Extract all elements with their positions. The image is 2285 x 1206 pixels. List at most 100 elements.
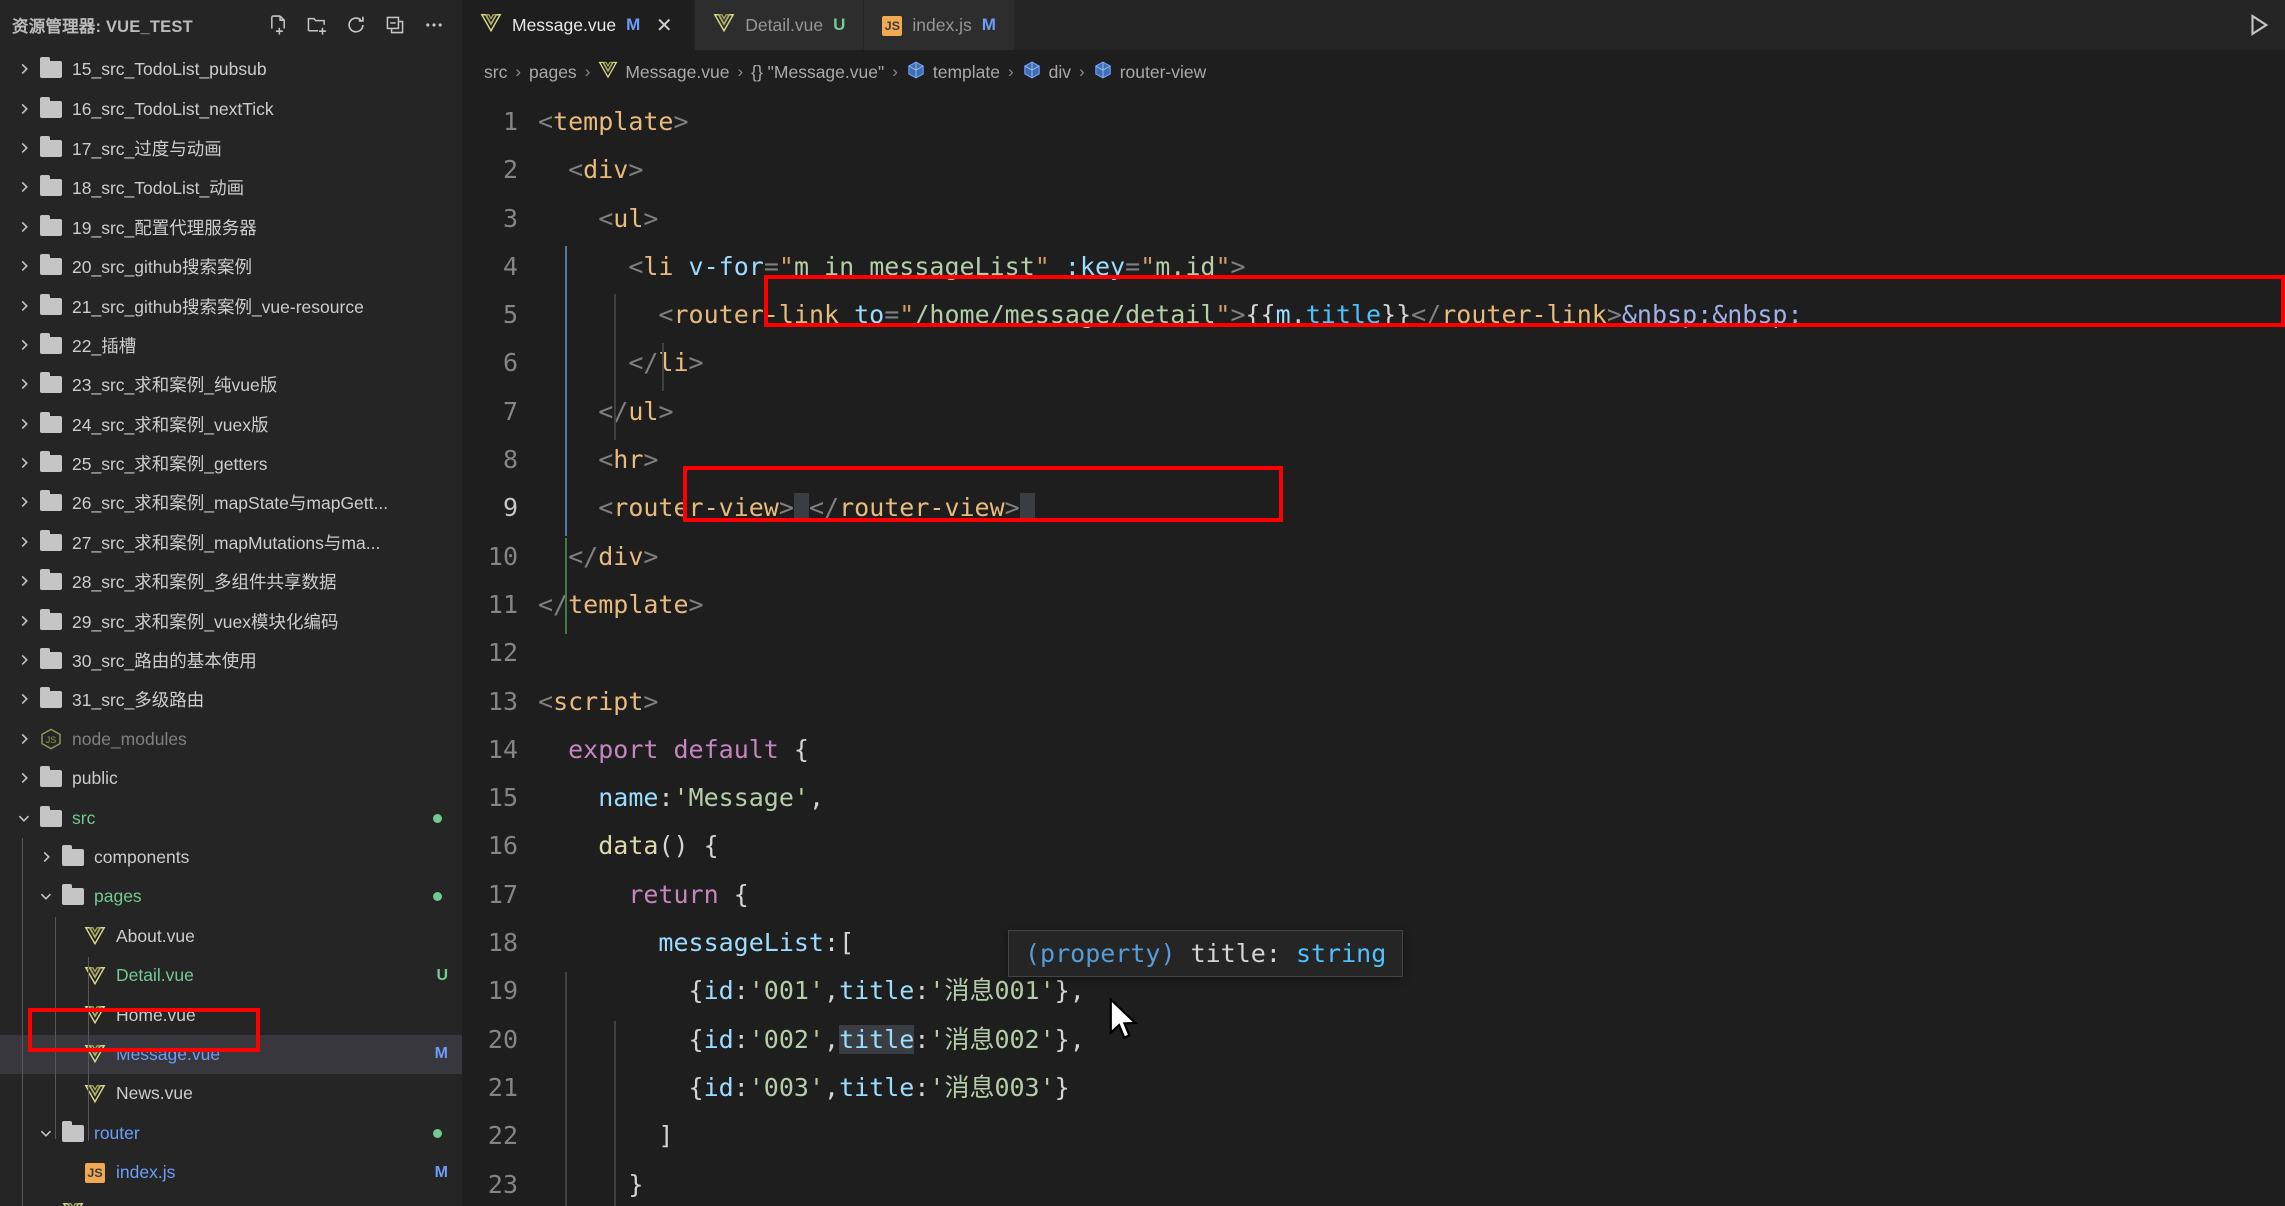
code-line[interactable]: 11 </template> (462, 581, 2285, 629)
chevron-right-icon[interactable] (12, 770, 36, 787)
more-actions-icon[interactable] (416, 7, 452, 43)
chevron-right-icon[interactable] (12, 258, 36, 275)
chevron-right-icon[interactable] (12, 337, 36, 354)
file-tree[interactable]: 15_src_TodoList_pubsub 16_src_TodoList_ne… (0, 50, 462, 1206)
refresh-icon[interactable] (338, 7, 374, 43)
tab-Message-vue[interactable]: Message.vue M ✕ (462, 0, 696, 50)
explorer-title: 资源管理器: VUE_TEST (12, 18, 193, 36)
tree-item[interactable]: 18_src_TodoList_动画 (0, 168, 462, 207)
chevron-right-icon[interactable] (12, 652, 36, 669)
tree-item[interactable]: JS index.js M (0, 1153, 462, 1192)
tree-item[interactable]: router (0, 1114, 462, 1153)
code-line[interactable]: 12 (462, 629, 2285, 677)
tree-item[interactable]: News.vue (0, 1074, 462, 1113)
code-line[interactable]: 6 </li> (462, 339, 2285, 387)
tree-item[interactable]: src (0, 798, 462, 837)
tree-item[interactable]: 25_src_求和案例_getters (0, 444, 462, 483)
tree-item[interactable]: components (0, 838, 462, 877)
chevron-right-icon[interactable] (12, 61, 36, 78)
tree-item[interactable]: App.vue (0, 1192, 462, 1206)
tree-item[interactable]: 17_src_过度与动画 (0, 129, 462, 168)
tab-bar[interactable]: Message.vue M ✕ Detail.vue U JS index.js M (462, 0, 2285, 50)
breadcrumb-item[interactable]: {} "Message.vue" (751, 62, 884, 83)
tree-item[interactable]: 20_src_github搜索案例 (0, 247, 462, 286)
line-number: 7 (502, 396, 518, 426)
chevron-right-icon[interactable] (34, 849, 58, 866)
code-line[interactable]: 20 {id:'002',title:'消息002'}, (462, 1016, 2285, 1064)
code-line[interactable]: 15 name:'Message', (462, 774, 2285, 822)
tree-item[interactable]: 30_src_路由的基本使用 (0, 641, 462, 680)
new-folder-icon[interactable] (299, 7, 335, 43)
breadcrumb-item[interactable]: div (1022, 60, 1071, 85)
code-line[interactable]: 4 <li v-for="m in messageList" :key="m.i… (462, 243, 2285, 291)
tree-item-label: Detail.vue (116, 965, 194, 986)
tree-item[interactable]: 28_src_求和案例_多组件共享数据 (0, 562, 462, 601)
tree-item[interactable]: 22_插槽 (0, 326, 462, 365)
tree-item[interactable]: Message.vue M (0, 1034, 462, 1075)
collapse-all-icon[interactable] (377, 7, 413, 43)
chevron-right-icon[interactable] (12, 101, 36, 118)
tree-item[interactable]: Detail.vue U (0, 956, 462, 995)
chevron-right-icon[interactable] (12, 494, 36, 511)
tree-item[interactable]: 27_src_求和案例_mapMutations与ma... (0, 523, 462, 562)
code-line[interactable]: 5 <router-link to="/home/message/detail"… (462, 291, 2285, 339)
code-line[interactable]: 1 <template> (462, 98, 2285, 146)
code-line[interactable]: 17 return { (462, 871, 2285, 919)
tree-item[interactable]: 15_src_TodoList_pubsub (0, 50, 462, 89)
chevron-right-icon[interactable] (12, 179, 36, 196)
chevron-right-icon[interactable] (12, 140, 36, 157)
run-icon[interactable] (2233, 0, 2285, 50)
code-editor[interactable]: 1 <template> 2 <div> 3 <ul> 4 <li v-for="m i… (462, 94, 2285, 1206)
chevron-right-icon[interactable] (12, 298, 36, 315)
chevron-down-icon[interactable] (34, 888, 58, 905)
tree-item[interactable]: 21_src_github搜索案例_vue-resource (0, 286, 462, 325)
tree-item-label: 30_src_路由的基本使用 (72, 651, 257, 672)
tree-item[interactable]: Home.vue (0, 995, 462, 1034)
tree-item[interactable]: 31_src_多级路由 (0, 680, 462, 719)
breadcrumb-item[interactable]: router-view (1093, 60, 1206, 85)
code-line[interactable]: 13 <script> (462, 678, 2285, 726)
code-line[interactable]: 3 <ul> (462, 195, 2285, 243)
chevron-right-icon[interactable] (12, 573, 36, 590)
code-line[interactable]: 8 <hr> (462, 436, 2285, 484)
tree-item[interactable]: About.vue (0, 917, 462, 956)
new-file-icon[interactable] (260, 7, 296, 43)
breadcrumb[interactable]: src › pages › Message.vue › {} "Message.vue" › t… (462, 50, 2285, 94)
explorer-actions (260, 7, 456, 43)
close-icon[interactable]: ✕ (652, 13, 676, 38)
breadcrumb-item[interactable]: Message.vue (598, 60, 729, 85)
breadcrumb-item[interactable]: template (906, 60, 1000, 85)
chevron-down-icon[interactable] (12, 810, 36, 827)
code-line[interactable]: 21 {id:'003',title:'消息003'} (462, 1064, 2285, 1112)
chevron-right-icon[interactable] (12, 613, 36, 630)
chevron-right-icon[interactable] (12, 731, 36, 748)
tree-item[interactable]: pages (0, 877, 462, 916)
tree-item[interactable]: public (0, 759, 462, 798)
chevron-right-icon[interactable] (12, 219, 36, 236)
code-line[interactable]: 23 } (462, 1161, 2285, 1206)
tab-Detail-vue[interactable]: Detail.vue U (695, 0, 865, 50)
code-line[interactable]: 22 ] (462, 1112, 2285, 1160)
code-line[interactable]: 7 </ul> (462, 388, 2285, 436)
folder-icon (36, 96, 66, 118)
tree-item[interactable]: 24_src_求和案例_vuex版 (0, 405, 462, 444)
chevron-right-icon[interactable] (12, 534, 36, 551)
code-line[interactable]: 10 </div> (462, 533, 2285, 581)
tree-item[interactable]: 29_src_求和案例_vuex模块化编码 (0, 601, 462, 640)
code-line[interactable]: 9 <router-view> </router-view> (462, 484, 2285, 532)
tree-item[interactable]: 26_src_求和案例_mapState与mapGett... (0, 483, 462, 522)
chevron-right-icon[interactable] (12, 691, 36, 708)
code-line[interactable]: 16 data() { (462, 822, 2285, 870)
tree-item[interactable]: 16_src_TodoList_nextTick (0, 89, 462, 128)
tree-item[interactable]: 23_src_求和案例_纯vue版 (0, 365, 462, 404)
code-line[interactable]: 2 <div> (462, 146, 2285, 194)
chevron-right-icon[interactable] (12, 416, 36, 433)
tree-item[interactable]: 19_src_配置代理服务器 (0, 208, 462, 247)
chevron-right-icon[interactable] (12, 376, 36, 393)
breadcrumb-item[interactable]: pages (529, 62, 577, 83)
tab-index-js[interactable]: JS index.js M (864, 0, 1015, 50)
chevron-right-icon[interactable] (12, 455, 36, 472)
code-line[interactable]: 14 export default { (462, 726, 2285, 774)
breadcrumb-item[interactable]: src (484, 62, 507, 83)
tree-item[interactable]: JS node_modules (0, 720, 462, 759)
